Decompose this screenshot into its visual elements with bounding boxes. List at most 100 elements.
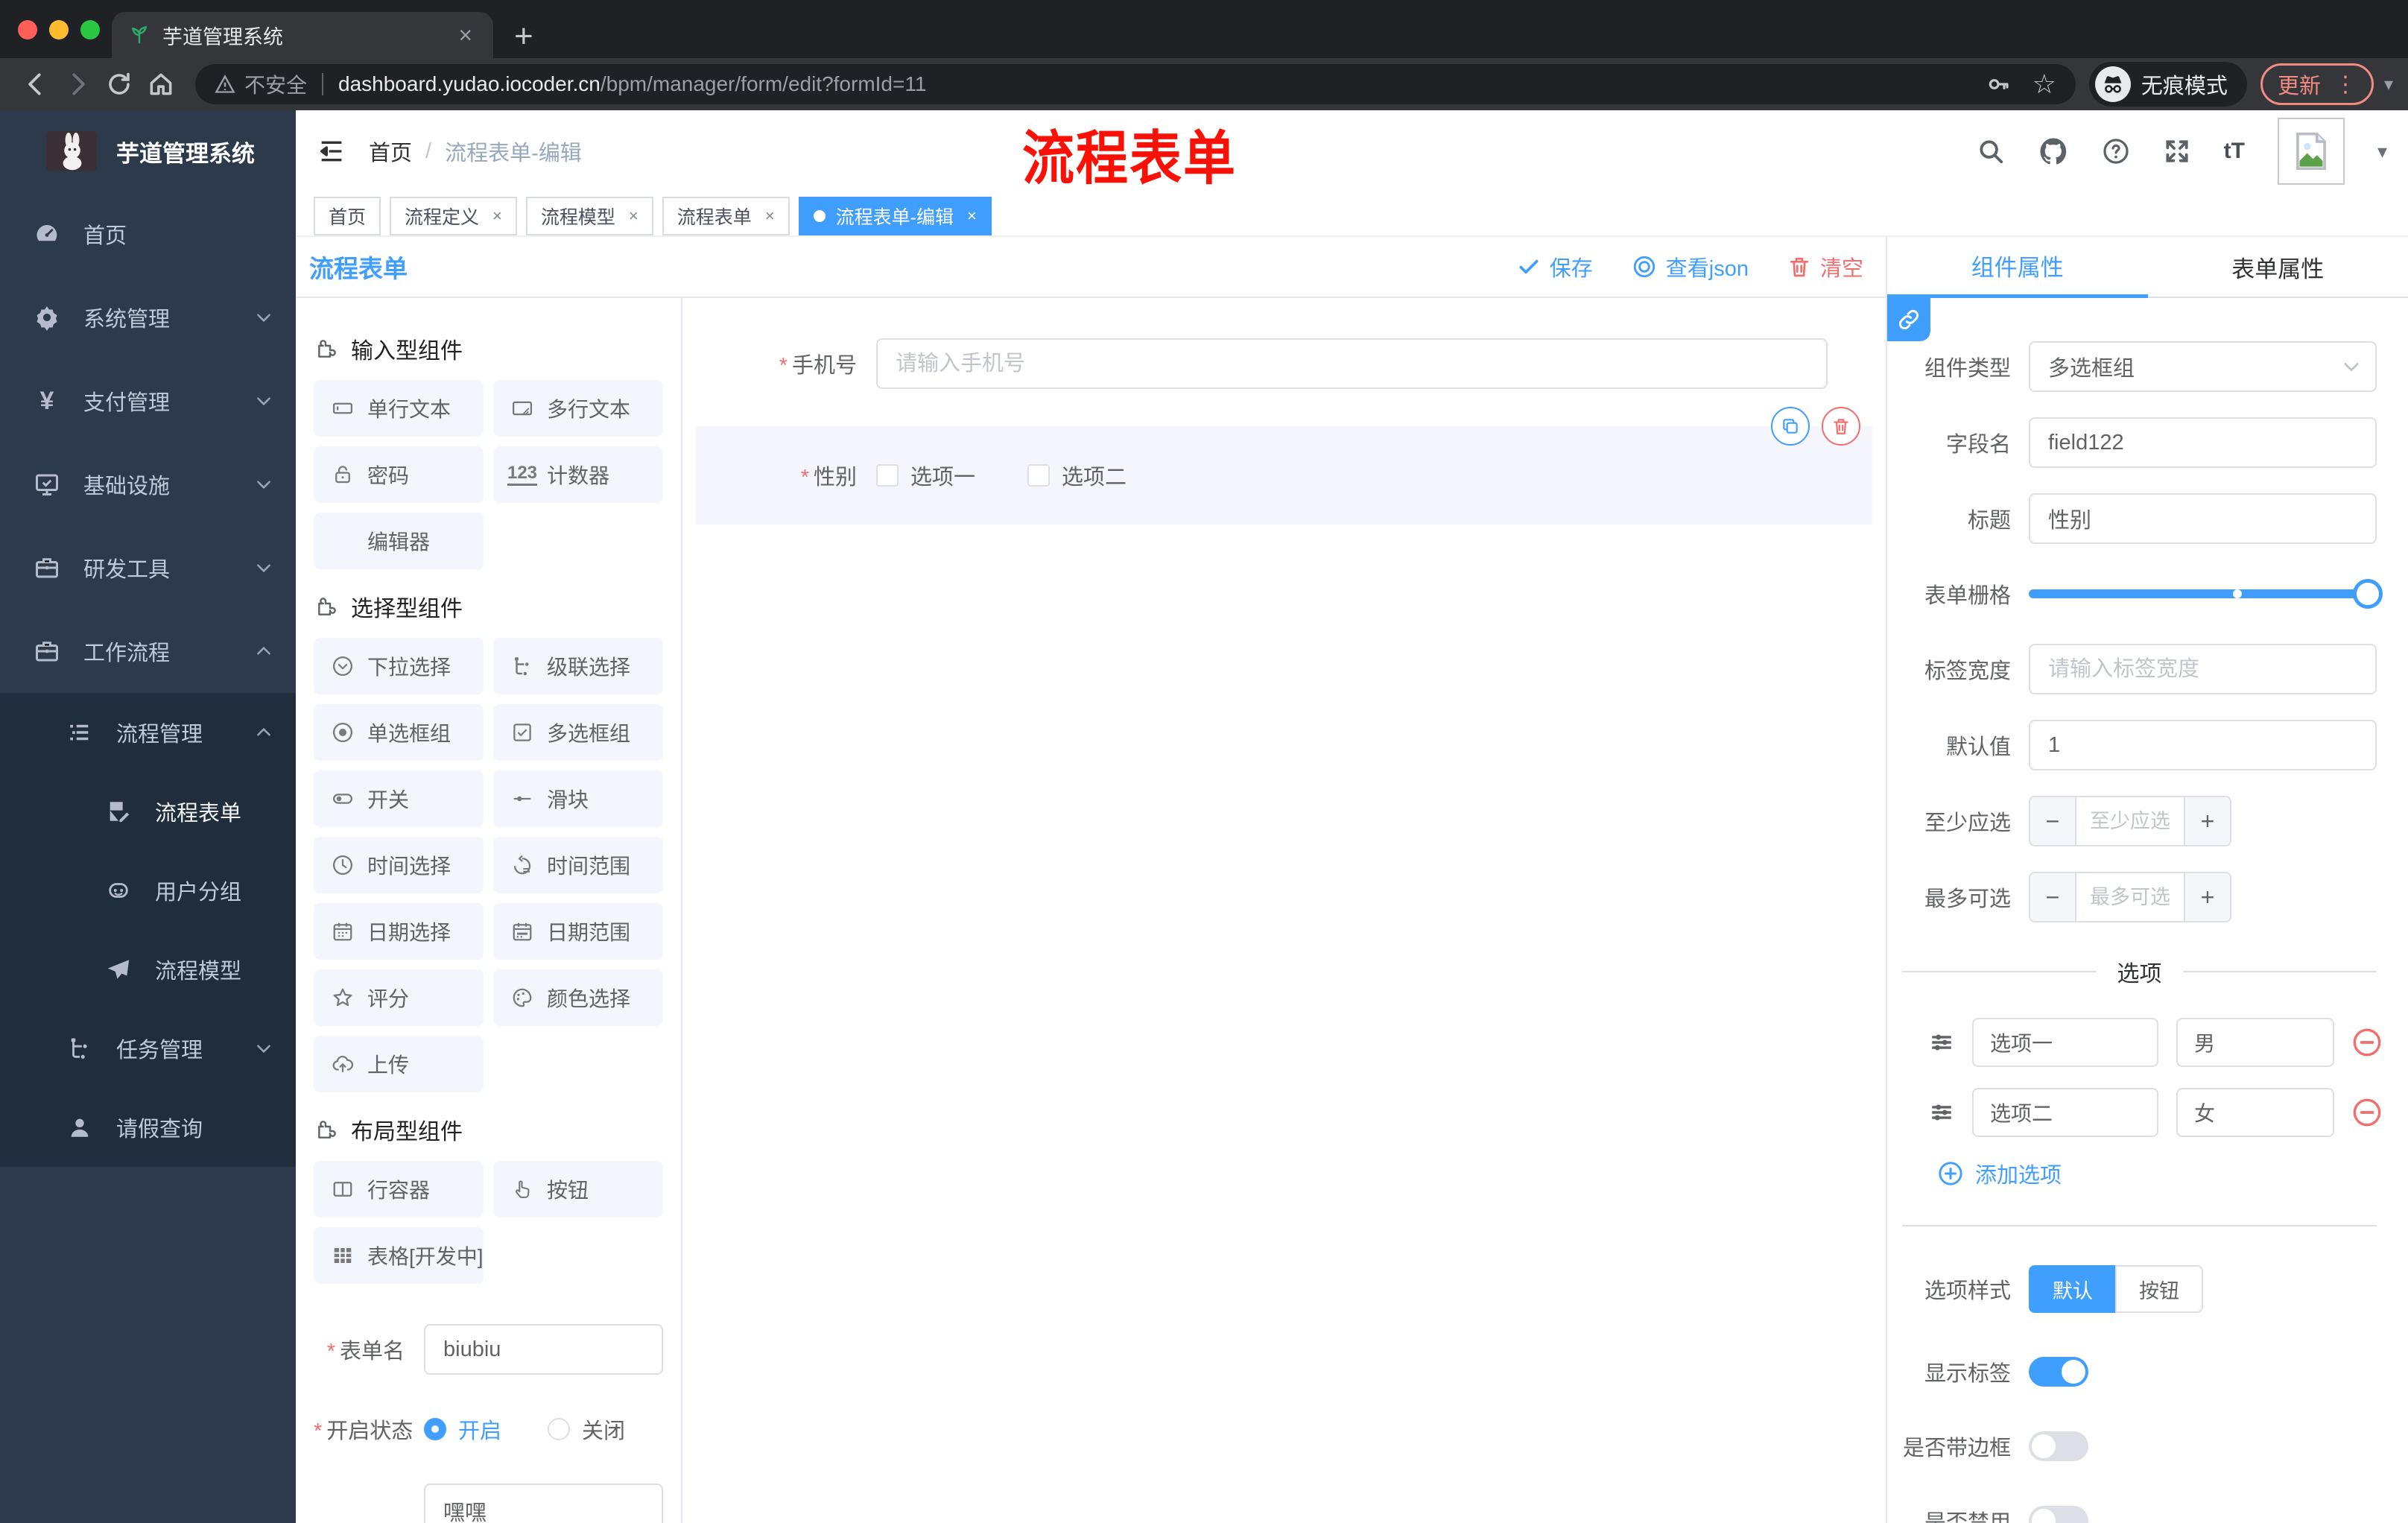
component-time-picker[interactable]: 时间选择	[314, 837, 484, 893]
bookmark-star-icon[interactable]: ☆	[2032, 69, 2056, 100]
window-close-button[interactable]	[18, 20, 37, 39]
slider-handle[interactable]	[2353, 579, 2383, 609]
drag-handle-icon[interactable]	[1929, 1100, 1954, 1125]
reload-icon[interactable]	[98, 71, 140, 98]
back-icon[interactable]	[15, 70, 57, 98]
style-button-button[interactable]: 按钮	[2115, 1265, 2203, 1313]
sidebar-item-payment[interactable]: ¥ 支付管理	[0, 359, 296, 443]
sidebar-item-process-model[interactable]: 流程模型	[0, 930, 296, 1009]
phone-input[interactable]	[876, 338, 1828, 389]
component-multi-text[interactable]: 多行文本	[493, 380, 663, 437]
address-bar[interactable]: 不安全 dashboard.yudao.iocoder.cn /bpm/mana…	[195, 64, 2076, 104]
sidebar-item-system[interactable]: 系统管理	[0, 276, 296, 359]
component-date-picker[interactable]: 日期选择	[314, 903, 484, 960]
component-date-range[interactable]: 日期范围	[493, 903, 663, 960]
status-radio-on[interactable]: 开启	[424, 1413, 501, 1445]
tag-process-form-edit[interactable]: 流程表单-编辑 ×	[798, 197, 992, 235]
component-time-range[interactable]: 时间范围	[493, 837, 663, 893]
canvas-field-gender-selected[interactable]: 性别 选项一 选项二	[696, 407, 1872, 525]
home-icon[interactable]	[140, 70, 182, 98]
breadcrumb-home[interactable]: 首页	[369, 136, 412, 167]
sidebar-item-leave-query[interactable]: 请假查询	[0, 1088, 296, 1167]
remark-textarea[interactable]: 嘿嘿	[424, 1484, 663, 1523]
avatar[interactable]	[2277, 118, 2345, 185]
stepper-minus-button[interactable]: −	[2030, 873, 2076, 921]
sidebar-item-home[interactable]: 首页	[0, 192, 296, 276]
min-select-input[interactable]	[2076, 797, 2184, 845]
delete-field-button[interactable]	[1822, 407, 1860, 446]
component-color-picker[interactable]: 颜色选择	[493, 969, 663, 1026]
window-zoom-button[interactable]	[80, 20, 100, 39]
form-grid-slider[interactable]	[2029, 569, 2383, 618]
browser-menu-icon[interactable]: ⋮	[2334, 72, 2357, 98]
github-icon[interactable]	[2038, 136, 2069, 167]
label-width-input[interactable]	[2029, 644, 2377, 694]
title-input[interactable]	[2029, 493, 2377, 544]
component-single-text[interactable]: 单行文本	[314, 380, 484, 437]
sidebar-item-infra[interactable]: 基础设施	[0, 443, 296, 526]
gender-option-2-checkbox[interactable]: 选项二	[1027, 460, 1127, 491]
slider-track[interactable]	[2029, 579, 2383, 609]
tag-process-form[interactable]: 流程表单 ×	[662, 197, 790, 235]
component-row-container[interactable]: 行容器	[314, 1161, 484, 1218]
tag-close-icon[interactable]: ×	[629, 206, 639, 226]
component-password[interactable]: 密码	[314, 446, 484, 503]
password-key-icon[interactable]	[1986, 72, 2010, 96]
option-2-name-input[interactable]	[1972, 1088, 2158, 1137]
sidebar-item-process-form[interactable]: 流程表单	[0, 772, 296, 851]
max-select-input[interactable]	[2076, 873, 2184, 921]
tab-close-icon[interactable]: ×	[454, 22, 477, 49]
tab-form-props[interactable]: 表单属性	[2147, 237, 2408, 298]
link-icon[interactable]	[1887, 298, 1930, 341]
component-upload[interactable]: 上传	[314, 1036, 484, 1092]
view-json-button[interactable]: 查看json	[1632, 251, 1749, 282]
style-default-button[interactable]: 默认	[2029, 1265, 2115, 1313]
browser-update-button[interactable]: 更新 ⋮	[2260, 63, 2374, 105]
add-option-button[interactable]: 添加选项	[1938, 1158, 2377, 1189]
sidebar-item-process-mgmt[interactable]: 流程管理	[0, 693, 296, 772]
option-1-value-input[interactable]	[2176, 1018, 2334, 1067]
tag-close-icon[interactable]: ×	[967, 206, 977, 226]
component-switch[interactable]: 开关	[314, 770, 484, 827]
help-icon[interactable]	[2102, 137, 2130, 165]
tag-close-icon[interactable]: ×	[765, 206, 775, 226]
stepper-minus-button[interactable]: −	[2030, 797, 2076, 845]
gender-option-1-checkbox[interactable]: 选项一	[876, 460, 975, 491]
search-icon[interactable]	[1977, 137, 2005, 165]
border-switch[interactable]	[2029, 1431, 2088, 1461]
field-name-input[interactable]	[2029, 417, 2377, 468]
component-button[interactable]: 按钮	[493, 1161, 663, 1218]
component-radio-group[interactable]: 单选框组	[314, 704, 484, 761]
tag-process-model[interactable]: 流程模型 ×	[525, 197, 653, 235]
component-slider[interactable]: 滑块	[493, 770, 663, 827]
fullscreen-icon[interactable]	[2163, 137, 2191, 165]
component-table-wip[interactable]: 表格[开发中]	[314, 1227, 484, 1284]
remove-option-icon[interactable]	[2352, 1098, 2382, 1127]
clear-button[interactable]: 清空	[1787, 251, 1863, 282]
window-controls[interactable]	[18, 20, 100, 39]
component-checkbox-group[interactable]: 多选框组	[493, 704, 663, 761]
tab-component-props[interactable]: 组件属性	[1887, 237, 2148, 298]
drag-handle-icon[interactable]	[1929, 1030, 1954, 1055]
form-name-input[interactable]	[424, 1324, 663, 1375]
tag-process-definition[interactable]: 流程定义 ×	[390, 197, 517, 235]
component-editor[interactable]: 编辑器	[314, 513, 484, 569]
window-minimize-button[interactable]	[49, 20, 69, 39]
sidebar-item-user-group[interactable]: 用户分组	[0, 851, 296, 930]
new-tab-button[interactable]: +	[514, 18, 533, 55]
tag-close-icon[interactable]: ×	[492, 206, 502, 226]
save-button[interactable]: 保存	[1517, 251, 1593, 282]
canvas-field-phone[interactable]: 手机号	[682, 338, 1886, 389]
component-rate[interactable]: 评分	[314, 969, 484, 1026]
component-select[interactable]: 下拉选择	[314, 638, 484, 694]
status-radio-off[interactable]: 关闭	[548, 1413, 625, 1445]
browser-tab[interactable]: 芋道管理系统 ×	[112, 12, 493, 58]
disabled-switch[interactable]	[2029, 1506, 2088, 1523]
default-value-input[interactable]	[2029, 720, 2377, 770]
duplicate-field-button[interactable]	[1771, 407, 1810, 446]
show-label-switch[interactable]	[2029, 1357, 2088, 1387]
component-type-select[interactable]	[2029, 341, 2377, 392]
remove-option-icon[interactable]	[2352, 1028, 2382, 1057]
stepper-plus-button[interactable]: +	[2184, 873, 2230, 921]
avatar-caret-icon[interactable]: ▾	[2377, 140, 2387, 163]
